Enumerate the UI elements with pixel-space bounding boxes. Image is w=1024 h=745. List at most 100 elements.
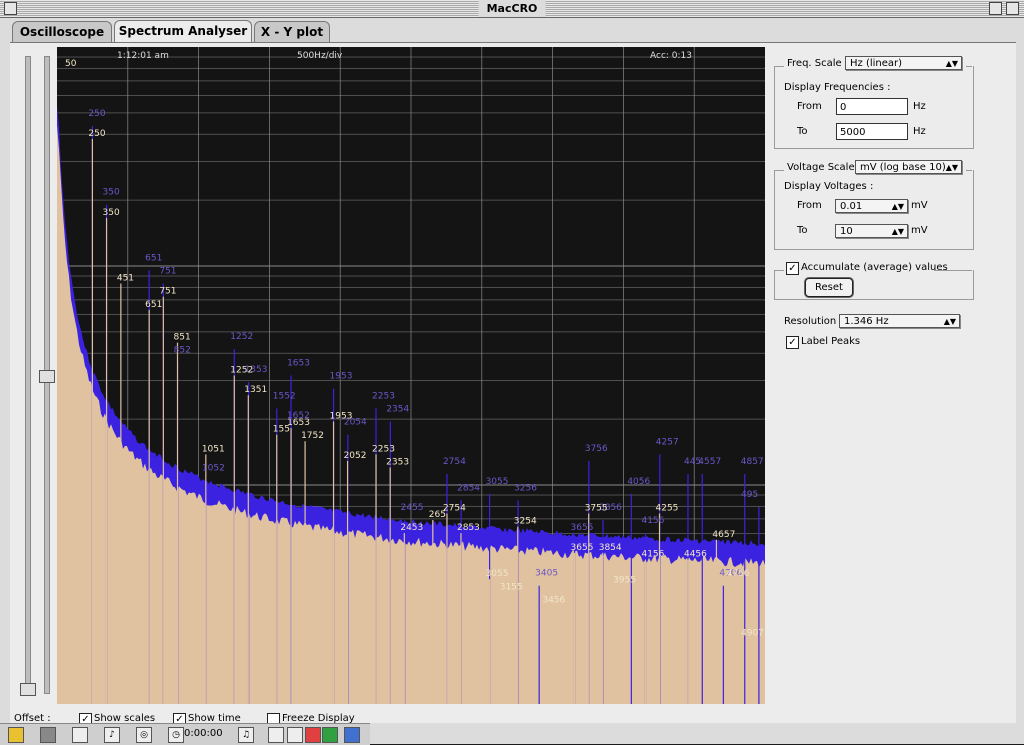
average-peak-label: 2354 <box>386 404 409 414</box>
plot-time: 1:12:01 am <box>117 51 169 61</box>
average-peak-label: 350 <box>103 188 120 198</box>
average-peak-label: 751 <box>159 267 176 277</box>
zoom-box[interactable] <box>989 2 1002 15</box>
title-bar[interactable]: MacCRO <box>0 0 1024 18</box>
freq-to-input[interactable]: 5000 <box>836 123 908 140</box>
voltage-from-select[interactable]: 0.01 ▲▼ <box>835 199 908 213</box>
current-peak-label: 851 <box>174 333 191 343</box>
average-peak-label: 250 <box>88 109 105 119</box>
current-peak-label: 2754 <box>443 503 466 513</box>
appletalk-icon[interactable] <box>322 727 338 743</box>
voltage-from-label: From <box>797 200 822 211</box>
average-peak-label: 4857 <box>741 457 764 467</box>
average-peak-label: 495 <box>741 490 758 500</box>
popup-arrows-icon: ▲▼ <box>891 202 904 211</box>
current-peak-label: 3655 <box>571 543 594 553</box>
tab-spectrum-analyser[interactable]: Spectrum Analyser <box>114 20 252 43</box>
current-peak-label: 4657 <box>712 530 735 540</box>
location-icon[interactable] <box>305 727 321 743</box>
accumulate-label: Accumulate (average) values <box>801 262 948 273</box>
average-peak-label: 1252 <box>230 332 253 342</box>
collapse-box[interactable] <box>1006 2 1019 15</box>
clock-icon[interactable]: ◷ <box>168 727 184 743</box>
close-box[interactable] <box>4 2 17 15</box>
color-depth-icon[interactable] <box>8 727 24 743</box>
checkmark-icon: ✓ <box>788 337 797 348</box>
monitor-icon[interactable] <box>72 727 88 743</box>
current-peak-label: 4255 <box>656 503 679 513</box>
accumulate-checkbox[interactable]: ✓ <box>786 262 799 275</box>
average-peak-label: 852 <box>174 345 191 355</box>
average-peak-label: 3756 <box>585 444 608 454</box>
current-peak-label: 2353 <box>386 457 409 467</box>
gain-slider-track[interactable] <box>25 56 31 694</box>
current-peak-label: 1653 <box>287 418 310 428</box>
resolution-label: Resolution : <box>784 316 843 327</box>
freq-to-unit: Hz <box>913 126 926 137</box>
current-peak-label: 1953 <box>330 411 353 421</box>
resolution-value: 1.346 Hz <box>844 316 889 327</box>
resolution-popup[interactable]: 1.346 Hz ▲▼ <box>839 314 960 328</box>
current-peak-label: 4756 <box>726 569 749 579</box>
current-peak-label: 3155 <box>500 582 523 592</box>
display-frequencies-label: Display Frequencies : <box>784 82 891 93</box>
voltage-to-label: To <box>797 225 808 236</box>
current-peak-label: 3254 <box>514 517 537 527</box>
tab-xy-plot[interactable]: X - Y plot <box>254 21 330 42</box>
average-peak-label: 2854 <box>457 483 480 493</box>
voltage-to-value: 10 <box>840 226 853 237</box>
current-peak-label: 2052 <box>344 451 367 461</box>
voltage-from-unit: mV <box>911 200 928 211</box>
current-peak-label: 350 <box>103 208 120 218</box>
current-peak-label: 1752 <box>301 431 324 441</box>
voltage-from-value: 0.01 <box>840 201 863 212</box>
spectrum-svg: 2503506517518521052125213531552165216531… <box>57 47 765 704</box>
gain-slider-thumb[interactable] <box>20 683 36 696</box>
current-peak-label: 2453 <box>400 523 423 533</box>
current-peak-label: 2853 <box>457 523 480 533</box>
keychain-icon[interactable] <box>344 727 360 743</box>
current-peak-label: 1051 <box>202 444 225 454</box>
file-sharing-icon[interactable] <box>268 727 284 743</box>
current-peak-label: 751 <box>159 287 176 297</box>
strip-clock: 0:00:00 <box>184 728 223 739</box>
average-peak-label: 4257 <box>656 437 679 447</box>
cd-icon[interactable]: ◎ <box>136 727 152 743</box>
first-peak-label: 50 <box>65 59 77 69</box>
average-peak-label: 3405 <box>535 569 558 579</box>
music-icon[interactable]: ♫ <box>238 727 254 743</box>
spectrum-plot[interactable]: 250 350 651 751 852 1052 1252 1353 1552 1652 1653 1… <box>57 47 765 704</box>
current-peak-label: 3055 <box>486 569 509 579</box>
current-peak-label: 3854 <box>599 543 622 553</box>
popup-arrows-icon: ▲▼ <box>943 317 956 326</box>
offset-slider-thumb[interactable] <box>39 370 55 383</box>
control-strip: ♪ ◎ ◷ 0:00:00 ♫ <box>0 723 370 745</box>
speaker-icon[interactable]: ♪ <box>104 727 120 743</box>
current-peak-label: 4456 <box>684 549 707 559</box>
app-window: MacCRO Oscilloscope Spectrum Analyser X … <box>0 0 1024 744</box>
label-peaks-label: Label Peaks <box>801 336 861 347</box>
average-peak-label: 2455 <box>401 503 424 513</box>
plot-scale-readout: 500Hz/div <box>297 51 343 61</box>
printer-icon[interactable] <box>287 727 303 743</box>
average-peak-label: 3655 <box>571 523 594 533</box>
display-voltages-label: Display Voltages : <box>784 181 874 192</box>
window-title: MacCRO <box>478 0 546 17</box>
average-peak-label: 4557 <box>698 457 721 467</box>
average-peak-label: 651 <box>145 253 162 263</box>
current-peak-label: 451 <box>117 274 134 284</box>
average-peak-label: 4156 <box>641 516 664 526</box>
average-peak-label: 3256 <box>514 483 537 493</box>
freq-from-input[interactable]: 0 <box>836 98 908 115</box>
tab-oscilloscope[interactable]: Oscilloscope <box>12 21 112 42</box>
current-peak-label: 4156 <box>641 549 664 559</box>
current-peak-label: 4907 <box>741 628 764 638</box>
average-peak-label: 2253 <box>372 391 395 401</box>
label-peaks-checkbox[interactable]: ✓ <box>786 336 799 349</box>
voltage-to-select[interactable]: 10 ▲▼ <box>835 224 908 238</box>
current-peak-label: 250 <box>88 129 105 139</box>
reset-button[interactable]: Reset <box>805 278 853 297</box>
plot-acc-readout: Acc: 0:13 <box>650 51 692 61</box>
resolution-icon[interactable] <box>40 727 56 743</box>
voltage-to-unit: mV <box>911 225 928 236</box>
